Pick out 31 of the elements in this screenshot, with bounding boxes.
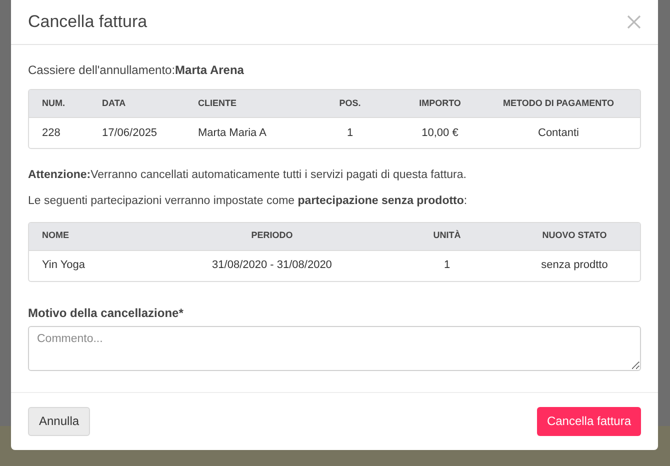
cancel-invoice-button[interactable]: Cancella fattura bbox=[536, 406, 641, 436]
table-cell-text: 17/06/2025 bbox=[102, 126, 158, 141]
column-header: NUOVO STATO bbox=[541, 229, 608, 242]
column-header: IMPORTO bbox=[418, 96, 462, 110]
column-header: POS. bbox=[338, 96, 362, 110]
column-header: UNITÀ bbox=[432, 229, 462, 242]
dialog-title: Cancella fattura bbox=[28, 11, 148, 34]
warning-text: Attenzione:Verranno cancellati automaticamente tutti i servizi pagati di questa fattura. bbox=[27, 168, 468, 183]
column-header: METODO DI PAGAMENTO bbox=[502, 96, 615, 110]
close-icon bbox=[627, 15, 641, 29]
table-cell-text: senza prodtto bbox=[540, 258, 609, 274]
note-text: Le seguenti partecipazioni verranno impostate come partecipazione senza prodotto: bbox=[27, 194, 468, 210]
column-header: NUM. bbox=[42, 96, 66, 110]
table-cell-text: Marta Maria A bbox=[198, 126, 268, 141]
table-cell-text: 1 bbox=[442, 258, 452, 274]
close-button[interactable] bbox=[627, 15, 641, 29]
reason-label: Motivo della cancellazione* bbox=[27, 304, 184, 322]
comment-field[interactable]: Commento... bbox=[28, 326, 641, 370]
table-cell-text: 228 bbox=[42, 126, 62, 141]
column-header: DATA bbox=[102, 96, 127, 110]
table-cell-text: Contanti bbox=[537, 126, 580, 141]
table-cell-text: 31/08/2020 - 31/08/2020 bbox=[211, 258, 333, 274]
column-header: NOME bbox=[42, 229, 70, 242]
table-cell-text: Yin Yoga bbox=[42, 258, 86, 274]
cashier-name: Marta Arena bbox=[175, 62, 244, 78]
column-header: PERIODO bbox=[250, 229, 294, 242]
column-header: CLIENTE bbox=[198, 96, 238, 110]
cashier-label: Cassiere dell'annullamento: bbox=[28, 62, 176, 78]
table-cell-text: 10,00 € bbox=[420, 126, 460, 141]
dismiss-button[interactable]: Annulla bbox=[28, 406, 90, 436]
table-cell-text: 1 bbox=[346, 126, 354, 141]
